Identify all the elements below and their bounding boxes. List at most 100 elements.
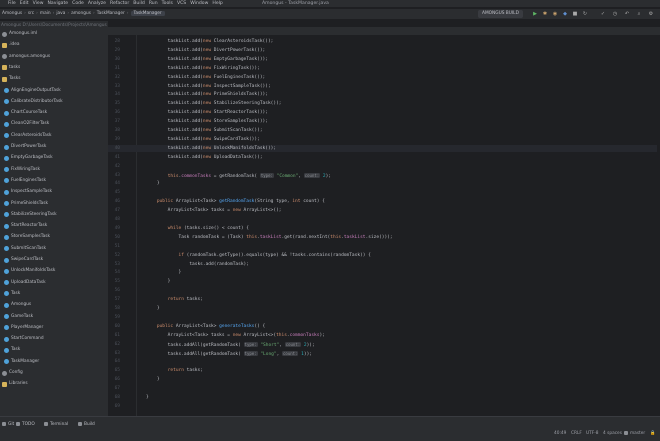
code-line[interactable]: 42 <box>108 163 660 170</box>
code-line[interactable]: 55 } <box>108 278 660 285</box>
menu-edit[interactable]: Edit <box>20 1 29 6</box>
tree-item[interactable]: UploadDataTask <box>0 280 46 286</box>
tree-item[interactable]: PrimeShieldsTask <box>0 201 48 207</box>
tree-item[interactable]: UnlockManifoldsTask <box>0 268 55 274</box>
code-line[interactable]: 44 } <box>108 180 660 187</box>
run-icon[interactable]: ▶ <box>532 11 538 17</box>
tree-item[interactable]: FuelEnginesTask <box>0 178 46 184</box>
tree-item[interactable]: FixWiringTask <box>0 167 40 173</box>
code-line[interactable]: 61 ArrayList<Task> tasks = new ArrayList… <box>108 332 660 339</box>
menu-view[interactable]: View <box>33 1 44 6</box>
code-line[interactable]: 47 ArrayList<Task> tasks = new ArrayList… <box>108 207 660 214</box>
tree-item[interactable]: Amongus.iml <box>0 31 37 37</box>
indent-setting[interactable]: 4 spaces <box>603 430 622 437</box>
tree-item[interactable]: EmptyGarbageTask <box>0 155 53 161</box>
tree-item[interactable]: InspectSampleTask <box>0 189 52 195</box>
menu-vcs[interactable]: VCS <box>177 1 186 6</box>
menu-refactor[interactable]: Refactor <box>110 1 129 6</box>
code-line[interactable]: 68} <box>108 394 660 401</box>
code-line[interactable]: 64 <box>108 358 660 365</box>
breadcrumb-item[interactable]: src <box>28 11 34 16</box>
code-line[interactable]: 60 public ArrayList<Task> generateTasks(… <box>108 323 660 330</box>
code-line[interactable]: 38 taskList.add(new SubmitScanTask()); <box>108 127 660 134</box>
code-line[interactable]: 28 taskList.add(new ClearAsteroidsTask()… <box>108 38 660 45</box>
breadcrumb-item[interactable]: amongus <box>71 11 91 16</box>
breadcrumb-item[interactable]: TaskManager <box>97 11 125 16</box>
tool-window-build[interactable]: Build <box>78 421 95 428</box>
breadcrumb-item[interactable]: java <box>56 11 65 16</box>
code-line[interactable]: 63 tasks.addAll(getRandomTask( type: "Lo… <box>108 350 660 357</box>
file-encoding[interactable]: UTF-8 <box>586 430 599 437</box>
update-icon[interactable]: ↻ <box>582 11 588 17</box>
tool-window-todo[interactable]: TODO <box>16 421 35 428</box>
code-line[interactable]: 37 taskList.add(new StoreSamplesTask()); <box>108 118 660 125</box>
code-line[interactable]: 34 taskList.add(new PrimeShieldsTask()); <box>108 91 660 98</box>
tree-item[interactable]: Task <box>0 347 20 353</box>
code-line[interactable]: 49 while (tasks.size() < count) { <box>108 225 660 232</box>
menu-code[interactable]: Code <box>72 1 84 6</box>
tree-item[interactable]: TaskManager <box>0 359 39 365</box>
code-line[interactable]: 33 taskList.add(new InspectSampleTask())… <box>108 83 660 90</box>
code-line[interactable]: 67 <box>108 385 660 392</box>
tree-item[interactable]: ChartCourseTask <box>0 110 47 116</box>
history-icon[interactable]: ◷ <box>612 11 618 17</box>
code-editor[interactable]: 28 taskList.add(new ClearAsteroidsTask()… <box>108 35 660 416</box>
coverage-icon[interactable]: ◉ <box>552 11 558 17</box>
tree-item[interactable]: AlignEngineOutputTask <box>0 88 61 94</box>
code-line[interactable]: 32 taskList.add(new FuelEnginesTask()); <box>108 74 660 81</box>
code-line[interactable]: 51 <box>108 243 660 250</box>
caret-position[interactable]: 40:49 <box>554 430 566 437</box>
code-line[interactable]: 30 taskList.add(new EmptyGarbageTask()); <box>108 56 660 63</box>
tree-item[interactable]: amongus.amongus <box>0 54 50 60</box>
search-icon[interactable]: ⌕ <box>636 11 642 17</box>
code-line[interactable]: 69 <box>108 403 660 410</box>
code-line[interactable]: 65 return tasks; <box>108 367 660 374</box>
run-configuration-select[interactable]: AMONGUS BUILD <box>478 10 523 18</box>
tree-item[interactable]: StoreSamplesTask <box>0 234 50 240</box>
code-line[interactable]: 50 Task randomTask = (Task) this.taskLis… <box>108 234 660 241</box>
breadcrumb-item[interactable]: Amongus <box>2 11 22 16</box>
code-line[interactable]: 53 tasks.add(randomTask); <box>108 261 660 268</box>
debug-icon[interactable]: ✱ <box>542 11 548 17</box>
code-line[interactable]: 43 this.commonTasks = getRandomTask( typ… <box>108 172 660 179</box>
tree-item[interactable]: .idea <box>0 42 20 48</box>
menu-run[interactable]: Run <box>149 1 158 6</box>
code-line[interactable]: 48 <box>108 216 660 223</box>
tree-item[interactable]: CalibrateDistributorTask <box>0 99 63 105</box>
code-line[interactable]: 56 <box>108 287 660 294</box>
tree-item[interactable]: StartCommand <box>0 336 44 342</box>
commit-icon[interactable]: ✓ <box>600 11 606 17</box>
settings-icon[interactable]: ⚙ <box>648 11 654 17</box>
tree-item[interactable]: SubmitScanTask <box>0 246 46 252</box>
code-line[interactable]: 29 taskList.add(new DivertPowerTask()); <box>108 47 660 54</box>
menu-build[interactable]: Build <box>133 1 145 6</box>
menu-tools[interactable]: Tools <box>162 1 173 6</box>
code-line[interactable]: 36 taskList.add(new StartReactorTask()); <box>108 109 660 116</box>
code-line[interactable]: 62 tasks.addAll(getRandomTask( type: "Sh… <box>108 341 660 348</box>
tree-item[interactable]: GameTask <box>0 314 33 320</box>
menu-navigate[interactable]: Navigate <box>48 1 69 6</box>
menu-analyze[interactable]: Analyze <box>88 1 106 6</box>
tool-window-git[interactable]: Git <box>2 421 14 428</box>
code-line[interactable]: 57 return tasks; <box>108 296 660 303</box>
rollback-icon[interactable]: ↶ <box>624 11 630 17</box>
tree-item[interactable]: DivertPowerTask <box>0 144 46 150</box>
lock-icon[interactable]: 🔒 <box>650 430 655 437</box>
stop-icon[interactable]: ■ <box>572 11 578 17</box>
tree-item[interactable]: StabilizeSteeringTask <box>0 212 57 218</box>
menu-help[interactable]: Help <box>212 1 222 6</box>
tree-item[interactable]: ClearAsteroidsTask <box>0 133 51 139</box>
tool-window-terminal[interactable]: Terminal <box>44 421 68 428</box>
tree-item[interactable]: CleanO2FilterTask <box>0 121 49 127</box>
git-branch[interactable]: master <box>624 430 645 437</box>
code-line[interactable]: 45 <box>108 189 660 196</box>
breadcrumb-item[interactable]: TaskManager <box>130 11 165 16</box>
code-line[interactable]: 54 } <box>108 269 660 276</box>
profile-icon[interactable]: ◆ <box>562 11 568 17</box>
code-line[interactable]: 59 <box>108 314 660 321</box>
breadcrumb-item[interactable]: main <box>40 11 51 16</box>
code-line[interactable]: 39 taskList.add(new SwipeCardTask()); <box>108 136 660 143</box>
line-separator[interactable]: CRLF <box>571 430 582 437</box>
tree-item[interactable]: StartReactorTask <box>0 223 47 229</box>
code-line[interactable]: 46 public ArrayList<Task> getRandomTask(… <box>108 198 660 205</box>
